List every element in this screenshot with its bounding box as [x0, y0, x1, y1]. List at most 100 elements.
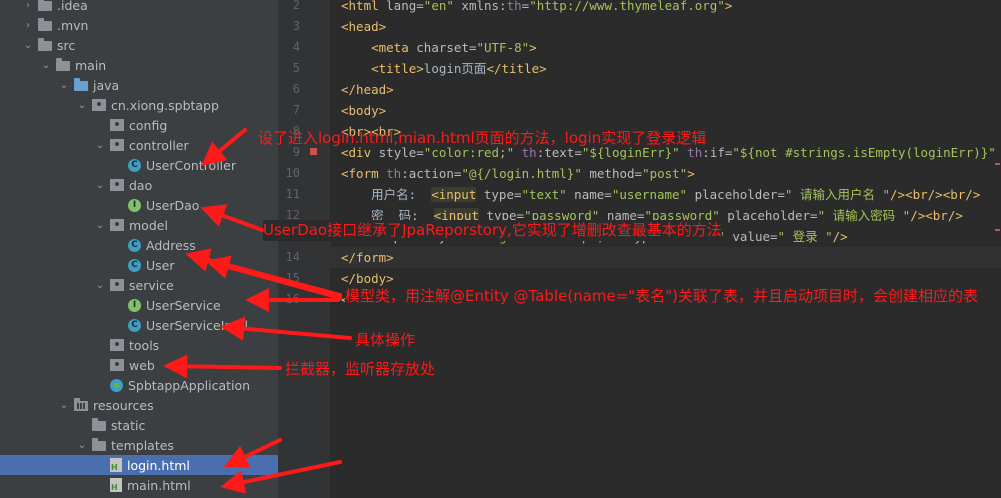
tree-item-label: model	[129, 217, 168, 233]
folder-icon	[92, 437, 106, 451]
interface-icon: I	[128, 198, 141, 212]
line-number: 2	[292, 0, 300, 12]
folder-icon	[38, 0, 52, 11]
chevron-icon[interactable]: ⌄	[76, 100, 88, 111]
html-file-icon: H	[110, 478, 122, 492]
package-icon	[110, 219, 124, 231]
code-line-5: <title>login页面</title>	[371, 61, 547, 76]
class-icon: C	[128, 318, 141, 332]
line-number: 6	[292, 82, 300, 96]
tree-item-label: tools	[129, 337, 160, 353]
chevron-icon[interactable]: ⌄	[94, 180, 106, 191]
package-icon	[92, 99, 106, 111]
tree-item[interactable]: Hmain.html	[0, 475, 278, 495]
tree-item[interactable]: SpbtappApplication	[0, 375, 278, 395]
tree-item[interactable]: C UserController	[0, 155, 278, 175]
line-number: 14	[285, 250, 300, 264]
tree-item[interactable]: config	[0, 115, 278, 135]
code-editor[interactable]: <html lang="en" xmlns:th="http://www.thy…	[330, 0, 1001, 498]
package-icon	[110, 359, 124, 371]
tree-item[interactable]: › .mvn	[0, 15, 278, 35]
chevron-icon[interactable]: ⌄	[22, 40, 34, 51]
tree-item-label: UserController	[146, 157, 236, 173]
error-stripe-mark	[995, 163, 1000, 165]
code-line-7: <body>	[341, 103, 387, 118]
tree-item[interactable]: ⌄ src	[0, 35, 278, 55]
code-line-10: <form th:action="@{/login.html}" method=…	[341, 166, 695, 181]
package-icon	[110, 119, 124, 131]
package-icon	[110, 339, 124, 351]
chevron-icon[interactable]: ›	[22, 0, 34, 11]
tree-item-label: cn.xiong.spbtapp	[111, 97, 219, 113]
annotation-model: 模型类，用注解@Entity @Table(name="表名")关联了表，并且启…	[345, 286, 985, 307]
interface-icon: I	[128, 298, 141, 312]
resources-folder-icon	[74, 397, 88, 411]
error-marker-icon	[310, 148, 317, 155]
tree-item-label: web	[129, 357, 155, 373]
tree-item[interactable]: ⌄ resources	[0, 395, 278, 415]
code-line-2: <html lang="en" xmlns:th="http://www.thy…	[341, 0, 733, 13]
chevron-icon[interactable]: ⌄	[94, 280, 106, 291]
tree-item-label: main	[75, 57, 107, 73]
package-icon	[110, 279, 124, 291]
tree-item-label: Address	[146, 237, 196, 253]
tree-item[interactable]: ⌄ model	[0, 215, 278, 235]
tree-item-label: main.html	[127, 477, 191, 493]
tree-item[interactable]: Hlogin.html	[0, 455, 278, 475]
tree-item[interactable]: web	[0, 355, 278, 375]
tree-item[interactable]: ⌄ dao	[0, 175, 278, 195]
tree-item[interactable]: C UserServiceImpl	[0, 315, 278, 335]
code-line-3: <head>	[341, 19, 387, 34]
tree-item[interactable]: C User	[0, 255, 278, 275]
tree-item-label: UserServiceImpl	[146, 317, 248, 333]
line-number: 11	[285, 187, 300, 201]
line-number: 3	[292, 19, 300, 33]
chevron-icon[interactable]: ⌄	[94, 140, 106, 151]
source-folder-icon	[74, 77, 88, 91]
chevron-icon[interactable]: ⌄	[58, 400, 70, 411]
tree-item[interactable]: I UserService	[0, 295, 278, 315]
line-number: 15	[285, 271, 300, 285]
tree-item[interactable]: › .idea	[0, 0, 278, 15]
tree-item-label: .mvn	[57, 17, 89, 33]
tree-item-label: .idea	[57, 0, 88, 13]
annotation-service: 具体操作	[355, 331, 416, 349]
tree-item[interactable]: C Address	[0, 235, 278, 255]
chevron-icon[interactable]: ⌄	[40, 60, 52, 71]
tree-item-label: config	[129, 117, 168, 133]
tree-item-label: dao	[129, 177, 153, 193]
tree-item-label: SpbtappApplication	[128, 377, 251, 393]
tree-item-label: User	[146, 257, 175, 273]
tree-item[interactable]: ⌄ controller	[0, 135, 278, 155]
line-number: 4	[292, 40, 300, 54]
class-icon: C	[128, 258, 141, 272]
annotation-web: 拦截器，监听器存放处	[285, 360, 436, 378]
folder-icon	[56, 57, 70, 71]
tree-item[interactable]: ⌄ templates	[0, 435, 278, 455]
code-line-6: </head>	[341, 82, 394, 97]
tree-item[interactable]: ⌄ cn.xiong.spbtapp	[0, 95, 278, 115]
tree-item[interactable]: static	[0, 415, 278, 435]
line-number: 5	[292, 61, 300, 75]
tree-item[interactable]: tools	[0, 335, 278, 355]
chevron-icon[interactable]: ›	[22, 20, 34, 31]
tree-item[interactable]: ⌄ main	[0, 55, 278, 75]
spring-app-icon	[110, 378, 123, 392]
error-stripe-mark	[995, 229, 1000, 231]
tree-item-label: templates	[111, 437, 174, 453]
html-file-icon: H	[110, 458, 122, 472]
package-icon	[110, 179, 124, 191]
tree-item-label: resources	[93, 397, 154, 413]
tree-item[interactable]: ⌄ service	[0, 275, 278, 295]
chevron-icon[interactable]: ⌄	[94, 220, 106, 231]
chevron-icon[interactable]: ⌄	[76, 440, 88, 451]
class-icon: C	[128, 158, 141, 172]
tree-item-label: login.html	[127, 457, 190, 473]
tree-item[interactable]: ⌄ java	[0, 75, 278, 95]
tree-item-label: java	[93, 77, 120, 93]
tree-item[interactable]: I UserDao	[0, 195, 278, 215]
tree-item-label: src	[57, 37, 76, 53]
folder-icon	[92, 417, 106, 431]
chevron-icon[interactable]: ⌄	[58, 80, 70, 91]
folder-icon	[38, 37, 52, 51]
